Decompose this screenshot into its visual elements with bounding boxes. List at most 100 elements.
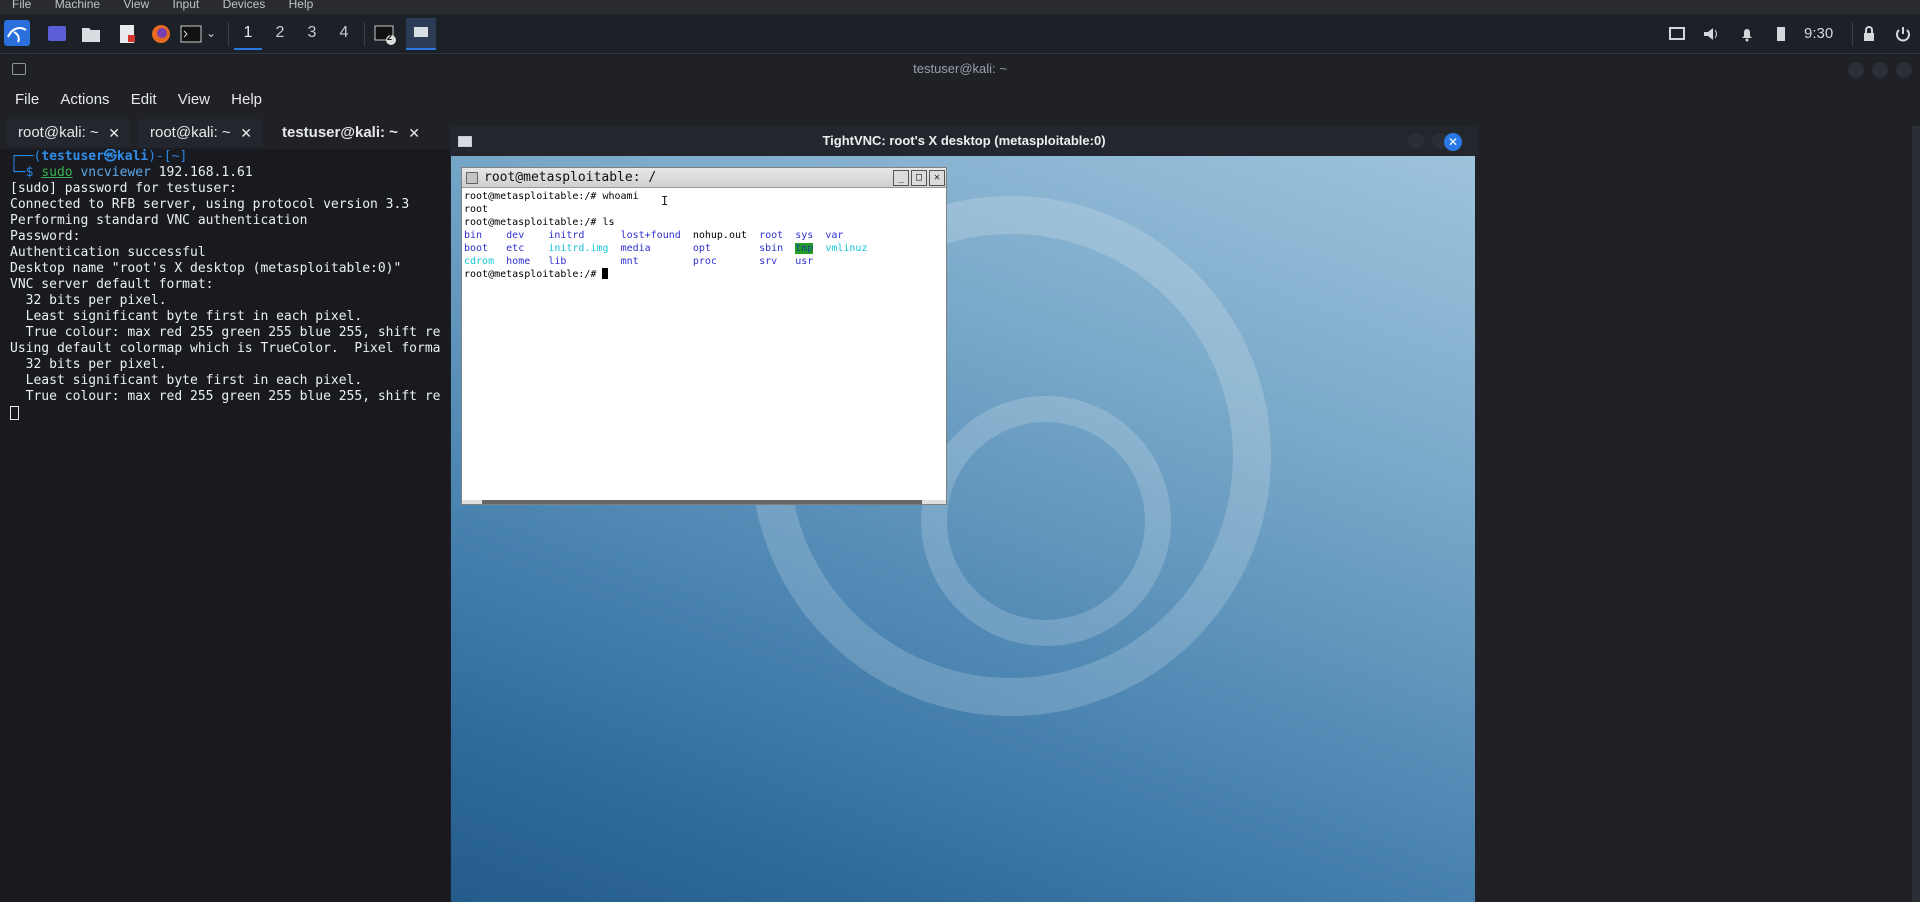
tab-close-icon[interactable]: ✕ — [108, 119, 120, 147]
vnc-window-title: TightVNC: root's X desktop (metasploitab… — [822, 133, 1106, 148]
vnc-close-button[interactable]: ✕ — [1444, 133, 1462, 151]
terminal-menu-file[interactable]: File — [15, 91, 39, 108]
tab-testuser[interactable]: testuser@kali: ~ ✕ — [270, 119, 430, 147]
vbox-menu-machine[interactable]: Machine — [55, 0, 100, 11]
power-icon[interactable] — [1894, 25, 1912, 47]
terminal-menu-view[interactable]: View — [178, 91, 210, 108]
notifications-icon[interactable] — [1738, 25, 1756, 47]
file-manager-icon[interactable] — [80, 23, 102, 45]
vnc-window-icon — [458, 136, 472, 147]
vbox-menu-view[interactable]: View — [123, 0, 149, 11]
top-panel: ⌄ 1 2 3 4 2 9:30 — [0, 14, 1920, 54]
tab-root-2[interactable]: root@kali: ~ ✕ — [138, 119, 262, 147]
xterm-line: root@metasploitable:/# whoami — [464, 191, 639, 202]
xterm-maximize-button[interactable]: □ — [911, 170, 927, 186]
terminal-output[interactable]: ┌──(testuser㉿kali)-[~] └─$ sudo vncviewer… — [0, 149, 450, 902]
xterm-output[interactable]: root@metasploitable:/# whoami root root@me… — [464, 190, 944, 500]
terminal-menu-actions[interactable]: Actions — [60, 91, 109, 108]
text-cursor-icon: I — [661, 194, 669, 208]
tab-close-icon[interactable]: ✕ — [240, 119, 252, 147]
vbox-menu-input[interactable]: Input — [173, 0, 200, 11]
maximize-button[interactable] — [1872, 62, 1888, 78]
xterm-titlebar[interactable]: root@metasploitable: / _ □ ✕ — [462, 168, 946, 188]
xterm-cursor — [602, 268, 609, 279]
remote-desktop[interactable]: root@metasploitable: / _ □ ✕ root@metasp… — [451, 156, 1475, 902]
vbox-menu-help[interactable]: Help — [289, 0, 314, 11]
xterm-window: root@metasploitable: / _ □ ✕ root@metasp… — [461, 167, 947, 505]
output-line: Least significant byte first in each pix… — [10, 309, 363, 324]
vbox-menu-file[interactable]: File — [12, 0, 31, 11]
xterm-prompt-line: root@metasploitable:/# — [464, 268, 944, 281]
terminal-cursor-line — [10, 405, 450, 421]
xterm-scrollbar[interactable] — [462, 500, 946, 504]
output-line: Using default colormap which is TrueColo… — [10, 341, 441, 356]
output-line: True colour: max red 255 green 255 blue … — [10, 389, 441, 404]
taskbar-terminal-icon[interactable]: 2 — [374, 23, 396, 45]
output-line: True colour: max red 255 green 255 blue … — [10, 325, 441, 340]
terminal-background-right — [1478, 126, 1920, 902]
tab-label: root@kali: ~ — [18, 124, 99, 141]
panel-separator — [364, 22, 365, 46]
battery-icon[interactable] — [1772, 25, 1790, 47]
terminal-menu-help[interactable]: Help — [231, 91, 262, 108]
xterm-minimize-button[interactable]: _ — [893, 170, 909, 186]
workspace-2[interactable]: 2 — [266, 24, 294, 42]
text-editor-icon[interactable] — [116, 23, 138, 45]
chevron-down-icon[interactable]: ⌄ — [206, 26, 220, 48]
workspace-4[interactable]: 4 — [330, 24, 358, 42]
tightvnc-window: TightVNC: root's X desktop (metasploitab… — [450, 126, 1478, 902]
taskbar-vnc-window[interactable] — [406, 18, 436, 50]
output-line: Password: — [10, 229, 81, 244]
volume-icon[interactable] — [1702, 25, 1720, 47]
output-line: 32 bits per pixel. — [10, 357, 167, 372]
prompt-command: └─$ sudo vncviewer 192.168.1.61 — [10, 165, 253, 180]
ls-row: cdrom home lib mnt proc srv usr — [464, 256, 814, 267]
terminal-menubar: File Actions Edit View Help — [0, 85, 264, 115]
clock[interactable]: 9:30 — [1804, 25, 1833, 42]
output-line: Performing standard VNC authentication — [10, 213, 308, 228]
output-line: Authentication successful — [10, 245, 206, 260]
tab-root-1[interactable]: root@kali: ~ ✕ — [6, 119, 130, 147]
firefox-icon[interactable] — [150, 23, 172, 45]
prompt-header: ┌──(testuser㉿kali)-[~] — [10, 149, 188, 164]
terminal-count-badge: 2 — [387, 32, 393, 42]
output-line: VNC server default format: — [10, 277, 214, 292]
vnc-minimize-button[interactable] — [1408, 133, 1424, 149]
window-list-icon[interactable] — [1668, 25, 1686, 47]
show-desktop-icon[interactable] — [46, 23, 68, 45]
xterm-system-menu-icon[interactable] — [466, 172, 478, 184]
terminal-launcher-icon[interactable] — [180, 23, 202, 45]
kali-menu-icon[interactable] — [4, 20, 30, 46]
ls-row: bin dev initrd lost+found nohup.out root… — [464, 230, 844, 241]
xterm-title: root@metasploitable: / — [484, 170, 657, 185]
terminal-scrollbar[interactable] — [1912, 126, 1920, 902]
xterm-scroll-thumb[interactable] — [482, 500, 922, 504]
terminal-cursor — [10, 405, 19, 420]
output-line: Desktop name "root's X desktop (metasplo… — [10, 261, 402, 276]
workspace-1[interactable]: 1 — [234, 24, 262, 50]
ls-row: boot etc initrd.img media opt sbin tmp v… — [464, 243, 868, 254]
xterm-line: root — [464, 204, 489, 215]
output-line: [sudo] password for testuser: — [10, 181, 237, 196]
tab-label: root@kali: ~ — [150, 124, 231, 141]
terminal-window-icon — [12, 63, 26, 75]
debian-swirl-inner — [921, 396, 1171, 646]
tab-label: testuser@kali: ~ — [282, 124, 398, 141]
xterm-close-button[interactable]: ✕ — [929, 170, 945, 186]
vbox-menu-devices[interactable]: Devices — [223, 0, 266, 11]
panel-separator — [1852, 22, 1853, 46]
tightvnc-titlebar[interactable]: TightVNC: root's X desktop (metasploitab… — [450, 126, 1478, 156]
tab-close-icon[interactable]: ✕ — [408, 119, 420, 147]
output-line: 32 bits per pixel. — [10, 293, 167, 308]
output-line: Connected to RFB server, using protocol … — [10, 197, 410, 212]
minimize-button[interactable] — [1848, 62, 1864, 78]
terminal-titlebar[interactable]: testuser@kali: ~ — [0, 55, 1920, 83]
workspace-3[interactable]: 3 — [298, 24, 326, 42]
terminal-menu-edit[interactable]: Edit — [131, 91, 157, 108]
close-button[interactable] — [1896, 62, 1912, 78]
vbox-menubar: File Machine View Input Devices Help — [0, 0, 1920, 14]
terminal-window-title: testuser@kali: ~ — [913, 61, 1007, 76]
lock-icon[interactable] — [1860, 25, 1878, 47]
xterm-line: root@metasploitable:/# ls — [464, 217, 615, 228]
output-line: Least significant byte first in each pix… — [10, 373, 363, 388]
